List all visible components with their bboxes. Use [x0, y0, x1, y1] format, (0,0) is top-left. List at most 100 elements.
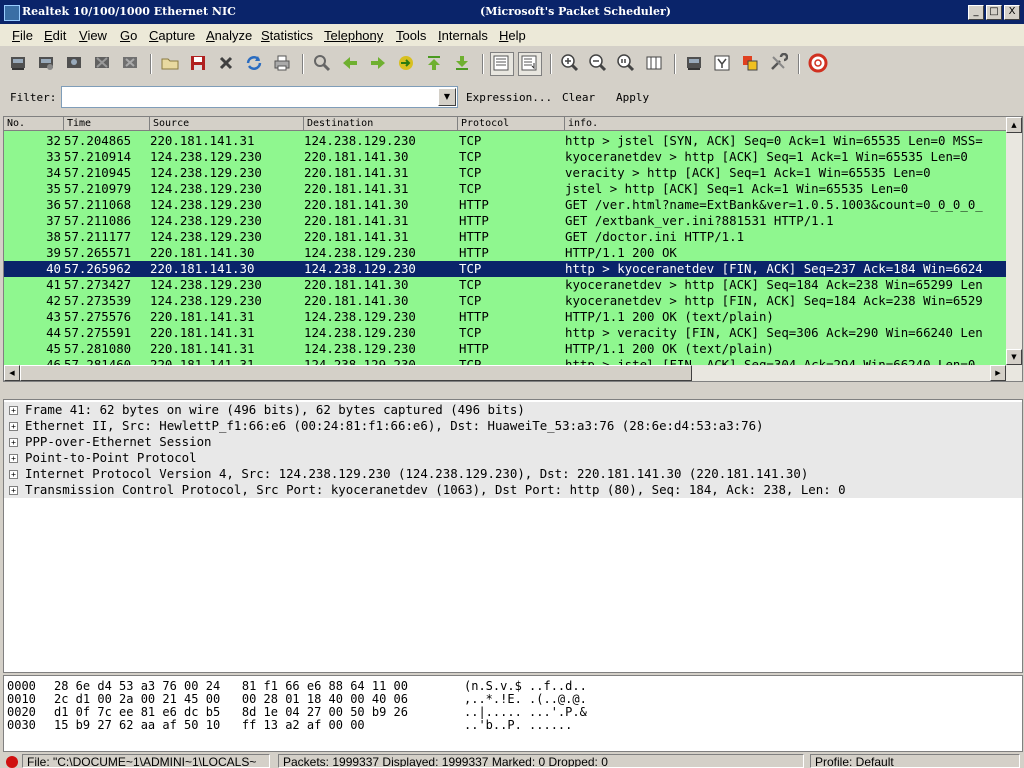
column-destination[interactable]: Destination — [304, 117, 458, 131]
filter-input[interactable] — [61, 86, 458, 108]
table-row[interactable]: 37 57.211086 124.238.129.230 220.181.141.31… — [4, 213, 1014, 229]
cell-src: 124.238.129.230 — [150, 149, 262, 164]
expand-icon[interactable]: + — [9, 438, 18, 447]
table-row[interactable]: 40 57.265962 220.181.141.30 124.238.129.230… — [4, 261, 1014, 277]
window-controls: _ □ X — [968, 5, 1020, 20]
expert-info-icon[interactable] — [6, 756, 18, 768]
expand-icon[interactable]: + — [9, 454, 18, 463]
table-row[interactable]: 32 57.204865 220.181.141.31 124.238.129.230… — [4, 133, 1014, 149]
close-file-icon[interactable] — [216, 53, 238, 75]
table-row[interactable]: 33 57.210914 124.238.129.230 220.181.141.30… — [4, 149, 1014, 165]
toolbar-separator — [550, 54, 552, 74]
status-bar: File: "C:\DOCUME~1\ADMINI~1\LOCALS~ Pack… — [0, 752, 1024, 768]
table-row[interactable]: 44 57.275591 220.181.141.31 124.238.129.230… — [4, 325, 1014, 341]
expression-button[interactable]: Expression... — [466, 91, 552, 104]
display-filters-icon[interactable] — [712, 53, 734, 75]
minimize-button[interactable]: _ — [968, 5, 984, 20]
cell-src: 124.238.129.230 — [150, 181, 262, 196]
table-row[interactable]: 45 57.281080 220.181.141.31 124.238.129.230… — [4, 341, 1014, 357]
close-button[interactable]: X — [1004, 5, 1020, 20]
status-profile[interactable]: Profile: Default — [810, 754, 1020, 768]
open-folder-icon[interactable] — [160, 53, 182, 75]
column-source[interactable]: Source — [150, 117, 304, 131]
save-icon[interactable] — [188, 53, 210, 75]
detail-pppoe[interactable]: + PPP-over-Ethernet Session — [4, 434, 1022, 450]
preferences-icon[interactable] — [768, 52, 790, 75]
cell-info: http > veracity [FIN, ACK] Seq=306 Ack=2… — [565, 325, 983, 340]
go-forward-icon[interactable] — [368, 53, 390, 75]
menu-capture[interactable]: Capture — [149, 28, 195, 43]
column-info[interactable]: info. — [565, 117, 1014, 131]
print-icon[interactable] — [272, 53, 294, 75]
expand-icon[interactable]: + — [9, 470, 18, 479]
cell-proto: TCP — [459, 293, 482, 308]
go-first-icon[interactable] — [424, 53, 446, 75]
help-icon[interactable] — [808, 53, 830, 75]
column-protocol[interactable]: Protocol — [458, 117, 565, 131]
table-row[interactable]: 35 57.210979 124.238.129.230 220.181.141.31… — [4, 181, 1014, 197]
menu-internals[interactable]: Internals — [438, 28, 488, 43]
menu-help[interactable]: Help — [499, 28, 526, 43]
cell-dst: 124.238.129.230 — [304, 341, 416, 356]
cell-proto: HTTP — [459, 229, 489, 244]
go-to-packet-icon[interactable] — [396, 53, 418, 75]
capture-stop-icon[interactable] — [92, 53, 114, 75]
cell-src: 124.238.129.230 — [150, 165, 262, 180]
reload-icon[interactable] — [244, 53, 266, 75]
coloring-rules-icon[interactable] — [740, 53, 762, 75]
column-no[interactable]: No. — [4, 117, 64, 131]
apply-button[interactable]: Apply — [616, 91, 649, 104]
find-icon[interactable] — [312, 53, 334, 75]
menu-analyze[interactable]: Analyze — [206, 28, 252, 43]
go-last-icon[interactable] — [452, 53, 474, 75]
detail-frame[interactable]: + Frame 41: 62 bytes on wire (496 bits), … — [4, 402, 1022, 418]
table-row[interactable]: 39 57.265571 220.181.141.30 124.238.129.230… — [4, 245, 1014, 261]
colorize-icon[interactable] — [490, 52, 514, 76]
table-row[interactable]: 34 57.210945 124.238.129.230 220.181.141.31… — [4, 165, 1014, 181]
capture-restart-icon[interactable] — [120, 53, 142, 75]
detail-tcp[interactable]: + Transmission Control Protocol, Src Port… — [4, 482, 1022, 498]
table-row[interactable]: 36 57.211068 124.238.129.230 220.181.141.30… — [4, 197, 1014, 213]
go-back-icon[interactable] — [340, 53, 362, 75]
zoom-out-icon[interactable] — [588, 53, 610, 75]
menu-file[interactable]: File — [12, 28, 33, 43]
menu-view[interactable]: View — [79, 28, 107, 43]
packet-list-horizontal-scrollbar[interactable]: ◀ ▶ — [4, 365, 1022, 381]
capture-filters-icon[interactable] — [684, 53, 706, 75]
cell-proto: TCP — [459, 261, 482, 276]
hex-row[interactable]: 0030 15 b9 27 62 aa af 50 10 ff 13 a2 af … — [4, 719, 1022, 732]
menu-edit[interactable]: Edit — [44, 28, 66, 43]
horizontal-scroll-thumb[interactable] — [20, 365, 692, 381]
scroll-right-button[interactable]: ▶ — [990, 365, 1006, 381]
scroll-down-button[interactable]: ▼ — [1006, 349, 1022, 365]
detail-ppp[interactable]: + Point-to-Point Protocol — [4, 450, 1022, 466]
filter-dropdown-button[interactable]: ▼ — [438, 88, 456, 106]
resize-columns-icon[interactable] — [644, 53, 666, 75]
menu-tools[interactable]: Tools — [396, 28, 426, 43]
expand-icon[interactable]: + — [9, 486, 18, 495]
menu-statistics[interactable]: Statistics — [261, 28, 313, 43]
column-time[interactable]: Time — [64, 117, 150, 131]
table-row[interactable]: 42 57.273539 124.238.129.230 220.181.141.30… — [4, 293, 1014, 309]
table-row[interactable]: 38 57.211177 124.238.129.230 220.181.141.31… — [4, 229, 1014, 245]
menu-telephony[interactable]: Telephony — [324, 28, 383, 43]
interface-list-icon[interactable] — [8, 53, 30, 75]
packet-list-vertical-scrollbar[interactable]: ▲ ▼ — [1006, 117, 1022, 365]
expand-icon[interactable]: + — [9, 422, 18, 431]
table-row[interactable]: 41 57.273427 124.238.129.230 220.181.141.30… — [4, 277, 1014, 293]
clear-button[interactable]: Clear — [562, 91, 595, 104]
detail-ipv4[interactable]: + Internet Protocol Version 4, Src: 124.2… — [4, 466, 1022, 482]
scroll-left-button[interactable]: ◀ — [4, 365, 20, 381]
detail-ethernet[interactable]: + Ethernet II, Src: HewlettP_f1:66:e6 (00… — [4, 418, 1022, 434]
auto-scroll-icon[interactable] — [518, 52, 542, 76]
main-toolbar — [0, 48, 1024, 80]
capture-options-icon[interactable] — [36, 53, 58, 75]
zoom-in-icon[interactable] — [560, 53, 582, 75]
scroll-up-button[interactable]: ▲ — [1006, 117, 1022, 133]
menu-go[interactable]: Go — [120, 28, 137, 43]
expand-icon[interactable]: + — [9, 406, 18, 415]
capture-start-icon[interactable] — [64, 53, 86, 75]
maximize-button[interactable]: □ — [986, 5, 1002, 20]
table-row[interactable]: 43 57.275576 220.181.141.31 124.238.129.230… — [4, 309, 1014, 325]
zoom-normal-icon[interactable] — [616, 53, 638, 75]
